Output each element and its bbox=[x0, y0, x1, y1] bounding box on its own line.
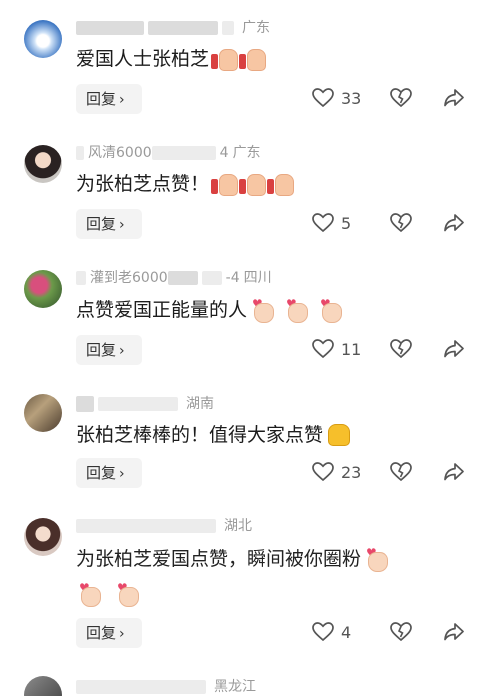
comment-location: 湖北 bbox=[224, 518, 252, 534]
reply-button[interactable]: 回复 › bbox=[76, 335, 142, 365]
heart-outline-icon bbox=[312, 462, 334, 482]
broken-heart-icon[interactable] bbox=[390, 213, 412, 233]
chevron-right-icon: › bbox=[119, 217, 125, 233]
comment-emoji-line bbox=[76, 574, 140, 608]
share-arrow-icon[interactable] bbox=[443, 88, 465, 108]
comment-actions: 23 bbox=[310, 461, 470, 485]
reply-button[interactable]: 回复 › bbox=[76, 84, 142, 114]
broken-heart-icon[interactable] bbox=[390, 88, 412, 108]
comment-location: 广东 bbox=[242, 20, 270, 36]
share-arrow-icon[interactable] bbox=[443, 339, 465, 359]
chevron-right-icon: › bbox=[119, 626, 125, 642]
comment-date: 4 bbox=[219, 145, 229, 161]
like-count: 23 bbox=[341, 463, 362, 482]
like-button[interactable]: 5 bbox=[310, 212, 370, 236]
comment-text-content: 为张柏芝爱国点赞，瞬间被你圈粉 bbox=[76, 548, 362, 570]
broken-heart-icon[interactable] bbox=[390, 622, 412, 642]
heart-outline-icon bbox=[312, 213, 334, 233]
heart-outline-icon bbox=[312, 88, 334, 108]
like-count: 4 bbox=[341, 623, 352, 642]
comment-username: 风清6000 bbox=[88, 145, 152, 161]
heart-outline-icon bbox=[312, 622, 334, 642]
comment-actions: 33 bbox=[310, 87, 470, 111]
chevron-right-icon: › bbox=[119, 92, 125, 108]
thumbs-up-emoji-icon bbox=[239, 45, 267, 71]
like-count: 33 bbox=[341, 89, 362, 108]
comment-text-content: 为张柏芝点赞！ bbox=[76, 173, 210, 195]
yellow-thumbs-up-emoji-icon bbox=[325, 421, 351, 447]
comment-actions: 11 bbox=[310, 338, 470, 362]
like-count: 5 bbox=[341, 214, 352, 233]
avatar[interactable] bbox=[24, 270, 62, 308]
finger-heart-emoji-icon bbox=[76, 574, 102, 607]
thumbs-up-emoji-icon bbox=[267, 170, 295, 196]
finger-heart-emoji-icon bbox=[363, 539, 389, 572]
like-button[interactable]: 23 bbox=[310, 461, 370, 485]
reply-label: 回复 bbox=[86, 341, 117, 359]
avatar[interactable] bbox=[24, 20, 62, 58]
comment-location: 湖南 bbox=[186, 396, 214, 412]
comment-location: 黑龙江 bbox=[214, 679, 256, 695]
comment-text: 爱国人士张柏芝 bbox=[76, 45, 267, 73]
avatar[interactable] bbox=[24, 676, 62, 696]
comment-actions: 5 bbox=[310, 212, 470, 236]
comment-meta: 风清6000 4 广东 bbox=[76, 145, 261, 161]
broken-heart-icon[interactable] bbox=[390, 462, 412, 482]
comment-text: 点赞爱国正能量的人 bbox=[76, 290, 343, 324]
reply-button[interactable]: 回复 › bbox=[76, 209, 142, 239]
comment-meta: 灌到老6000 -4 四川 bbox=[76, 270, 272, 286]
comment-meta: 湖北 bbox=[76, 518, 252, 534]
avatar[interactable] bbox=[24, 394, 62, 432]
reply-label: 回复 bbox=[86, 215, 117, 233]
like-button[interactable]: 11 bbox=[310, 338, 370, 362]
comment-location: 广东 bbox=[232, 145, 261, 161]
avatar[interactable] bbox=[24, 145, 62, 183]
comment-text-content: 爱国人士张柏芝 bbox=[76, 48, 210, 70]
reply-label: 回复 bbox=[86, 624, 117, 642]
comment-date: -4 bbox=[225, 270, 240, 286]
comment-text-content: 张柏芝棒棒的！值得大家点赞 bbox=[76, 424, 324, 446]
like-button[interactable]: 33 bbox=[310, 87, 370, 111]
comment-text: 为张柏芝点赞！ bbox=[76, 170, 295, 198]
share-arrow-icon[interactable] bbox=[443, 622, 465, 642]
finger-heart-emoji-icon bbox=[317, 290, 343, 323]
share-arrow-icon[interactable] bbox=[443, 213, 465, 233]
comment-text: 为张柏芝爱国点赞，瞬间被你圈粉 bbox=[76, 539, 456, 573]
thumbs-up-emoji-icon bbox=[211, 45, 239, 71]
comment-meta: 广东 bbox=[76, 20, 270, 36]
reply-label: 回复 bbox=[86, 464, 117, 482]
comment-meta: 湖南 bbox=[76, 396, 214, 412]
finger-heart-emoji-icon bbox=[114, 574, 140, 607]
comment-text: 张柏芝棒棒的！值得大家点赞 bbox=[76, 421, 351, 449]
comment-text-content: 点赞爱国正能量的人 bbox=[76, 299, 248, 321]
broken-heart-icon[interactable] bbox=[390, 339, 412, 359]
reply-label: 回复 bbox=[86, 90, 117, 108]
comment-actions: 4 bbox=[310, 621, 470, 645]
like-button[interactable]: 4 bbox=[310, 621, 370, 645]
like-count: 11 bbox=[341, 340, 362, 359]
comment-location: 四川 bbox=[243, 270, 272, 286]
finger-heart-emoji-icon bbox=[283, 290, 309, 323]
reply-button[interactable]: 回复 › bbox=[76, 618, 142, 648]
finger-heart-emoji-icon bbox=[249, 290, 275, 323]
chevron-right-icon: › bbox=[119, 466, 125, 482]
comment-username: 灌到老6000 bbox=[90, 270, 168, 286]
heart-outline-icon bbox=[312, 339, 334, 359]
reply-button[interactable]: 回复 › bbox=[76, 458, 142, 488]
avatar[interactable] bbox=[24, 518, 62, 556]
thumbs-up-emoji-icon bbox=[211, 170, 239, 196]
thumbs-up-emoji-icon bbox=[239, 170, 267, 196]
comment-meta: 黑龙江 bbox=[76, 679, 256, 695]
chevron-right-icon: › bbox=[119, 343, 125, 359]
share-arrow-icon[interactable] bbox=[443, 462, 465, 482]
